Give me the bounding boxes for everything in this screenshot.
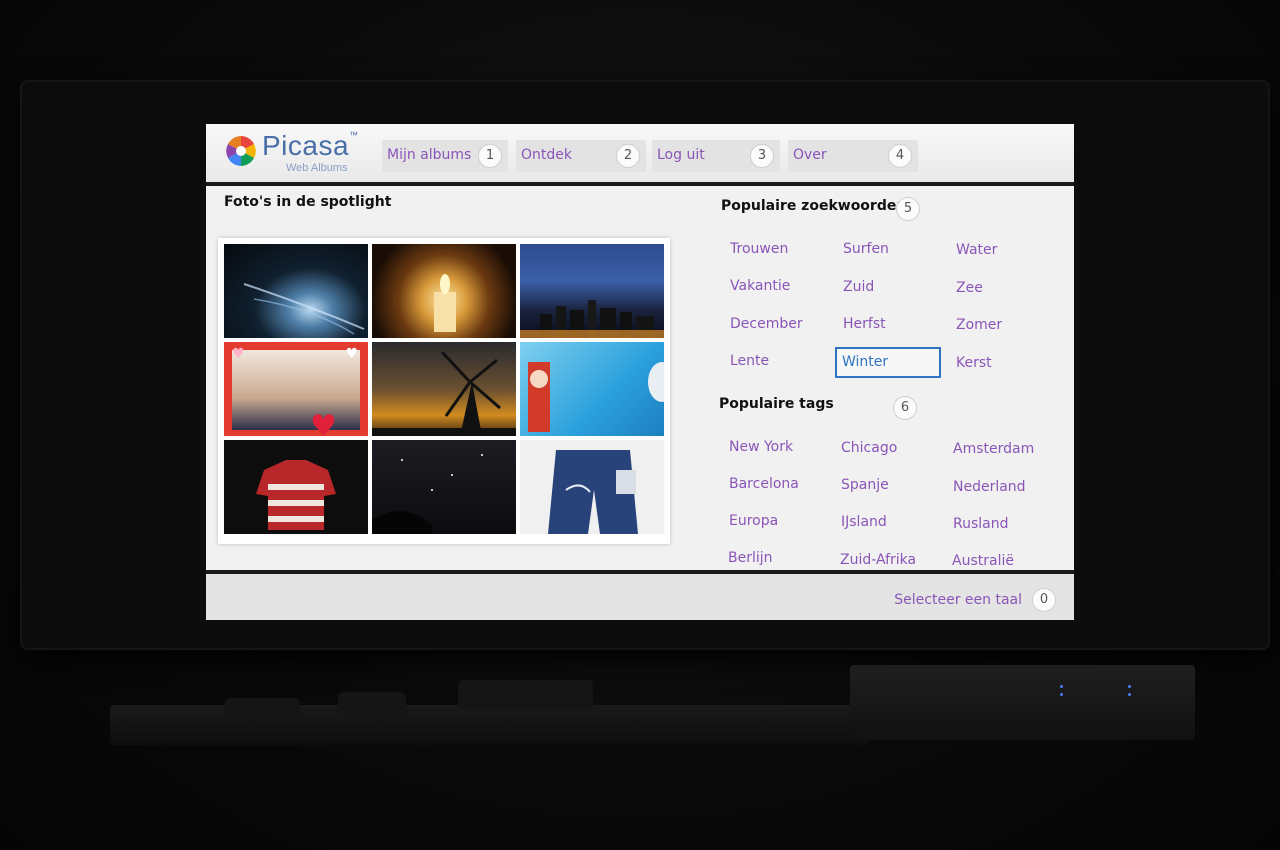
jeans-graphic bbox=[548, 450, 638, 534]
set-top-box bbox=[850, 665, 1195, 740]
spotlight-photo[interactable] bbox=[372, 440, 516, 534]
keyword-link[interactable]: Trouwen bbox=[730, 241, 788, 257]
keyword-link[interactable]: Zomer bbox=[956, 317, 1002, 333]
number-badge: 4 bbox=[888, 144, 912, 168]
spotlight-photo[interactable] bbox=[372, 342, 516, 436]
popular-tags-title: Populaire tags bbox=[719, 396, 834, 412]
number-badge: 2 bbox=[616, 144, 640, 168]
tag-link[interactable]: Amsterdam bbox=[953, 441, 1034, 457]
keyword-link[interactable]: Lente bbox=[730, 353, 769, 369]
spotlight-title: Foto's in de spotlight bbox=[224, 194, 392, 210]
nav-my-albums-button[interactable]: Mijn albums 1 bbox=[382, 140, 508, 172]
status-led bbox=[1060, 685, 1063, 688]
spotlight-photo[interactable] bbox=[520, 342, 664, 436]
tag-link[interactable]: Europa bbox=[729, 513, 778, 529]
number-badge: 0 bbox=[1032, 588, 1056, 612]
heart-icon: ♥ bbox=[345, 346, 358, 362]
keyword-link[interactable]: December bbox=[730, 316, 803, 332]
tag-link[interactable]: Spanje bbox=[841, 477, 889, 493]
windmill-graphic bbox=[372, 350, 516, 436]
tag-link[interactable]: Barcelona bbox=[729, 476, 799, 492]
spotlight-photo[interactable] bbox=[372, 244, 516, 338]
keyword-link[interactable]: Vakantie bbox=[730, 278, 790, 294]
tag-link[interactable]: Zuid-Afrika bbox=[840, 552, 916, 568]
number-badge: 1 bbox=[478, 144, 502, 168]
nav-logout-button[interactable]: Log uit 3 bbox=[652, 140, 780, 172]
keyword-link[interactable]: Zee bbox=[956, 280, 983, 296]
tag-link[interactable]: IJsland bbox=[841, 514, 887, 530]
number-badge: 3 bbox=[750, 144, 774, 168]
tag-link[interactable]: Australië bbox=[952, 553, 1014, 569]
keyword-link[interactable]: Water bbox=[956, 242, 997, 258]
footer-bar: Selecteer een taal 0 bbox=[206, 570, 1074, 620]
tv-shelf bbox=[110, 705, 870, 745]
spotlight-photo[interactable] bbox=[224, 244, 368, 338]
spotlight-photo[interactable] bbox=[224, 440, 368, 534]
select-language-link[interactable]: Selecteer een taal bbox=[894, 592, 1022, 608]
tag-link[interactable]: Nederland bbox=[953, 479, 1026, 495]
status-led bbox=[1128, 685, 1131, 688]
spotlight-photo-grid: ♥ ♥ ♥ bbox=[218, 238, 670, 544]
logo-subtitle: Web Albums bbox=[286, 162, 348, 174]
nav-about-button[interactable]: Over 4 bbox=[788, 140, 918, 172]
candle-graphic bbox=[434, 274, 456, 332]
picasa-pinwheel-icon bbox=[226, 136, 256, 166]
spotlight-photo[interactable]: ♥ ♥ ♥ bbox=[224, 342, 368, 436]
picasa-logo[interactable]: Picasa™ Web Albums bbox=[224, 130, 374, 176]
spotlight-photo[interactable] bbox=[520, 440, 664, 534]
number-badge: 5 bbox=[896, 197, 920, 221]
remote-control bbox=[338, 692, 406, 714]
logo-text: Picasa™ bbox=[262, 130, 359, 161]
popular-keywords-title: Populaire zoekwoorden bbox=[721, 198, 907, 214]
nav-label: Mijn albums bbox=[387, 147, 472, 163]
remote-control bbox=[225, 698, 300, 720]
main-content: Foto's in de spotlight ♥ ♥ ♥ Populaire z… bbox=[206, 186, 1074, 570]
keyword-link[interactable]: Zuid bbox=[843, 279, 874, 295]
portrait-graphic bbox=[232, 350, 360, 430]
status-led bbox=[1060, 693, 1063, 696]
keyword-link[interactable]: Herfst bbox=[843, 316, 886, 332]
tv-screen: Picasa™ Web Albums Mijn albums 1 Ontdek … bbox=[206, 124, 1074, 620]
header-bar: Picasa™ Web Albums Mijn albums 1 Ontdek … bbox=[206, 124, 1074, 186]
tag-link[interactable]: Berlijn bbox=[728, 550, 773, 566]
polo-shirt-graphic bbox=[256, 460, 336, 530]
tag-link[interactable]: Chicago bbox=[841, 440, 897, 456]
keyword-link[interactable]: Kerst bbox=[956, 355, 992, 371]
heart-icon: ♥ bbox=[310, 409, 337, 437]
game-controller bbox=[458, 680, 593, 710]
keyword-link-selected[interactable]: Winter bbox=[842, 354, 888, 370]
night-sky-graphic bbox=[372, 454, 483, 534]
heart-icon: ♥ bbox=[232, 346, 245, 362]
light-streak-graphic bbox=[243, 283, 365, 335]
nav-label: Over bbox=[793, 147, 827, 163]
status-led bbox=[1128, 693, 1131, 696]
spotlight-photo[interactable] bbox=[520, 244, 664, 338]
tag-link[interactable]: Rusland bbox=[953, 516, 1009, 532]
nav-label: Ontdek bbox=[521, 147, 572, 163]
nav-discover-button[interactable]: Ontdek 2 bbox=[516, 140, 646, 172]
nav-label: Log uit bbox=[657, 147, 705, 163]
tag-link[interactable]: New York bbox=[729, 439, 793, 455]
santa-face-graphic bbox=[530, 370, 548, 388]
grid-next-indicator bbox=[648, 362, 664, 402]
number-badge: 6 bbox=[893, 396, 917, 420]
city-skyline-graphic bbox=[520, 300, 664, 338]
keyword-link[interactable]: Surfen bbox=[843, 241, 889, 257]
